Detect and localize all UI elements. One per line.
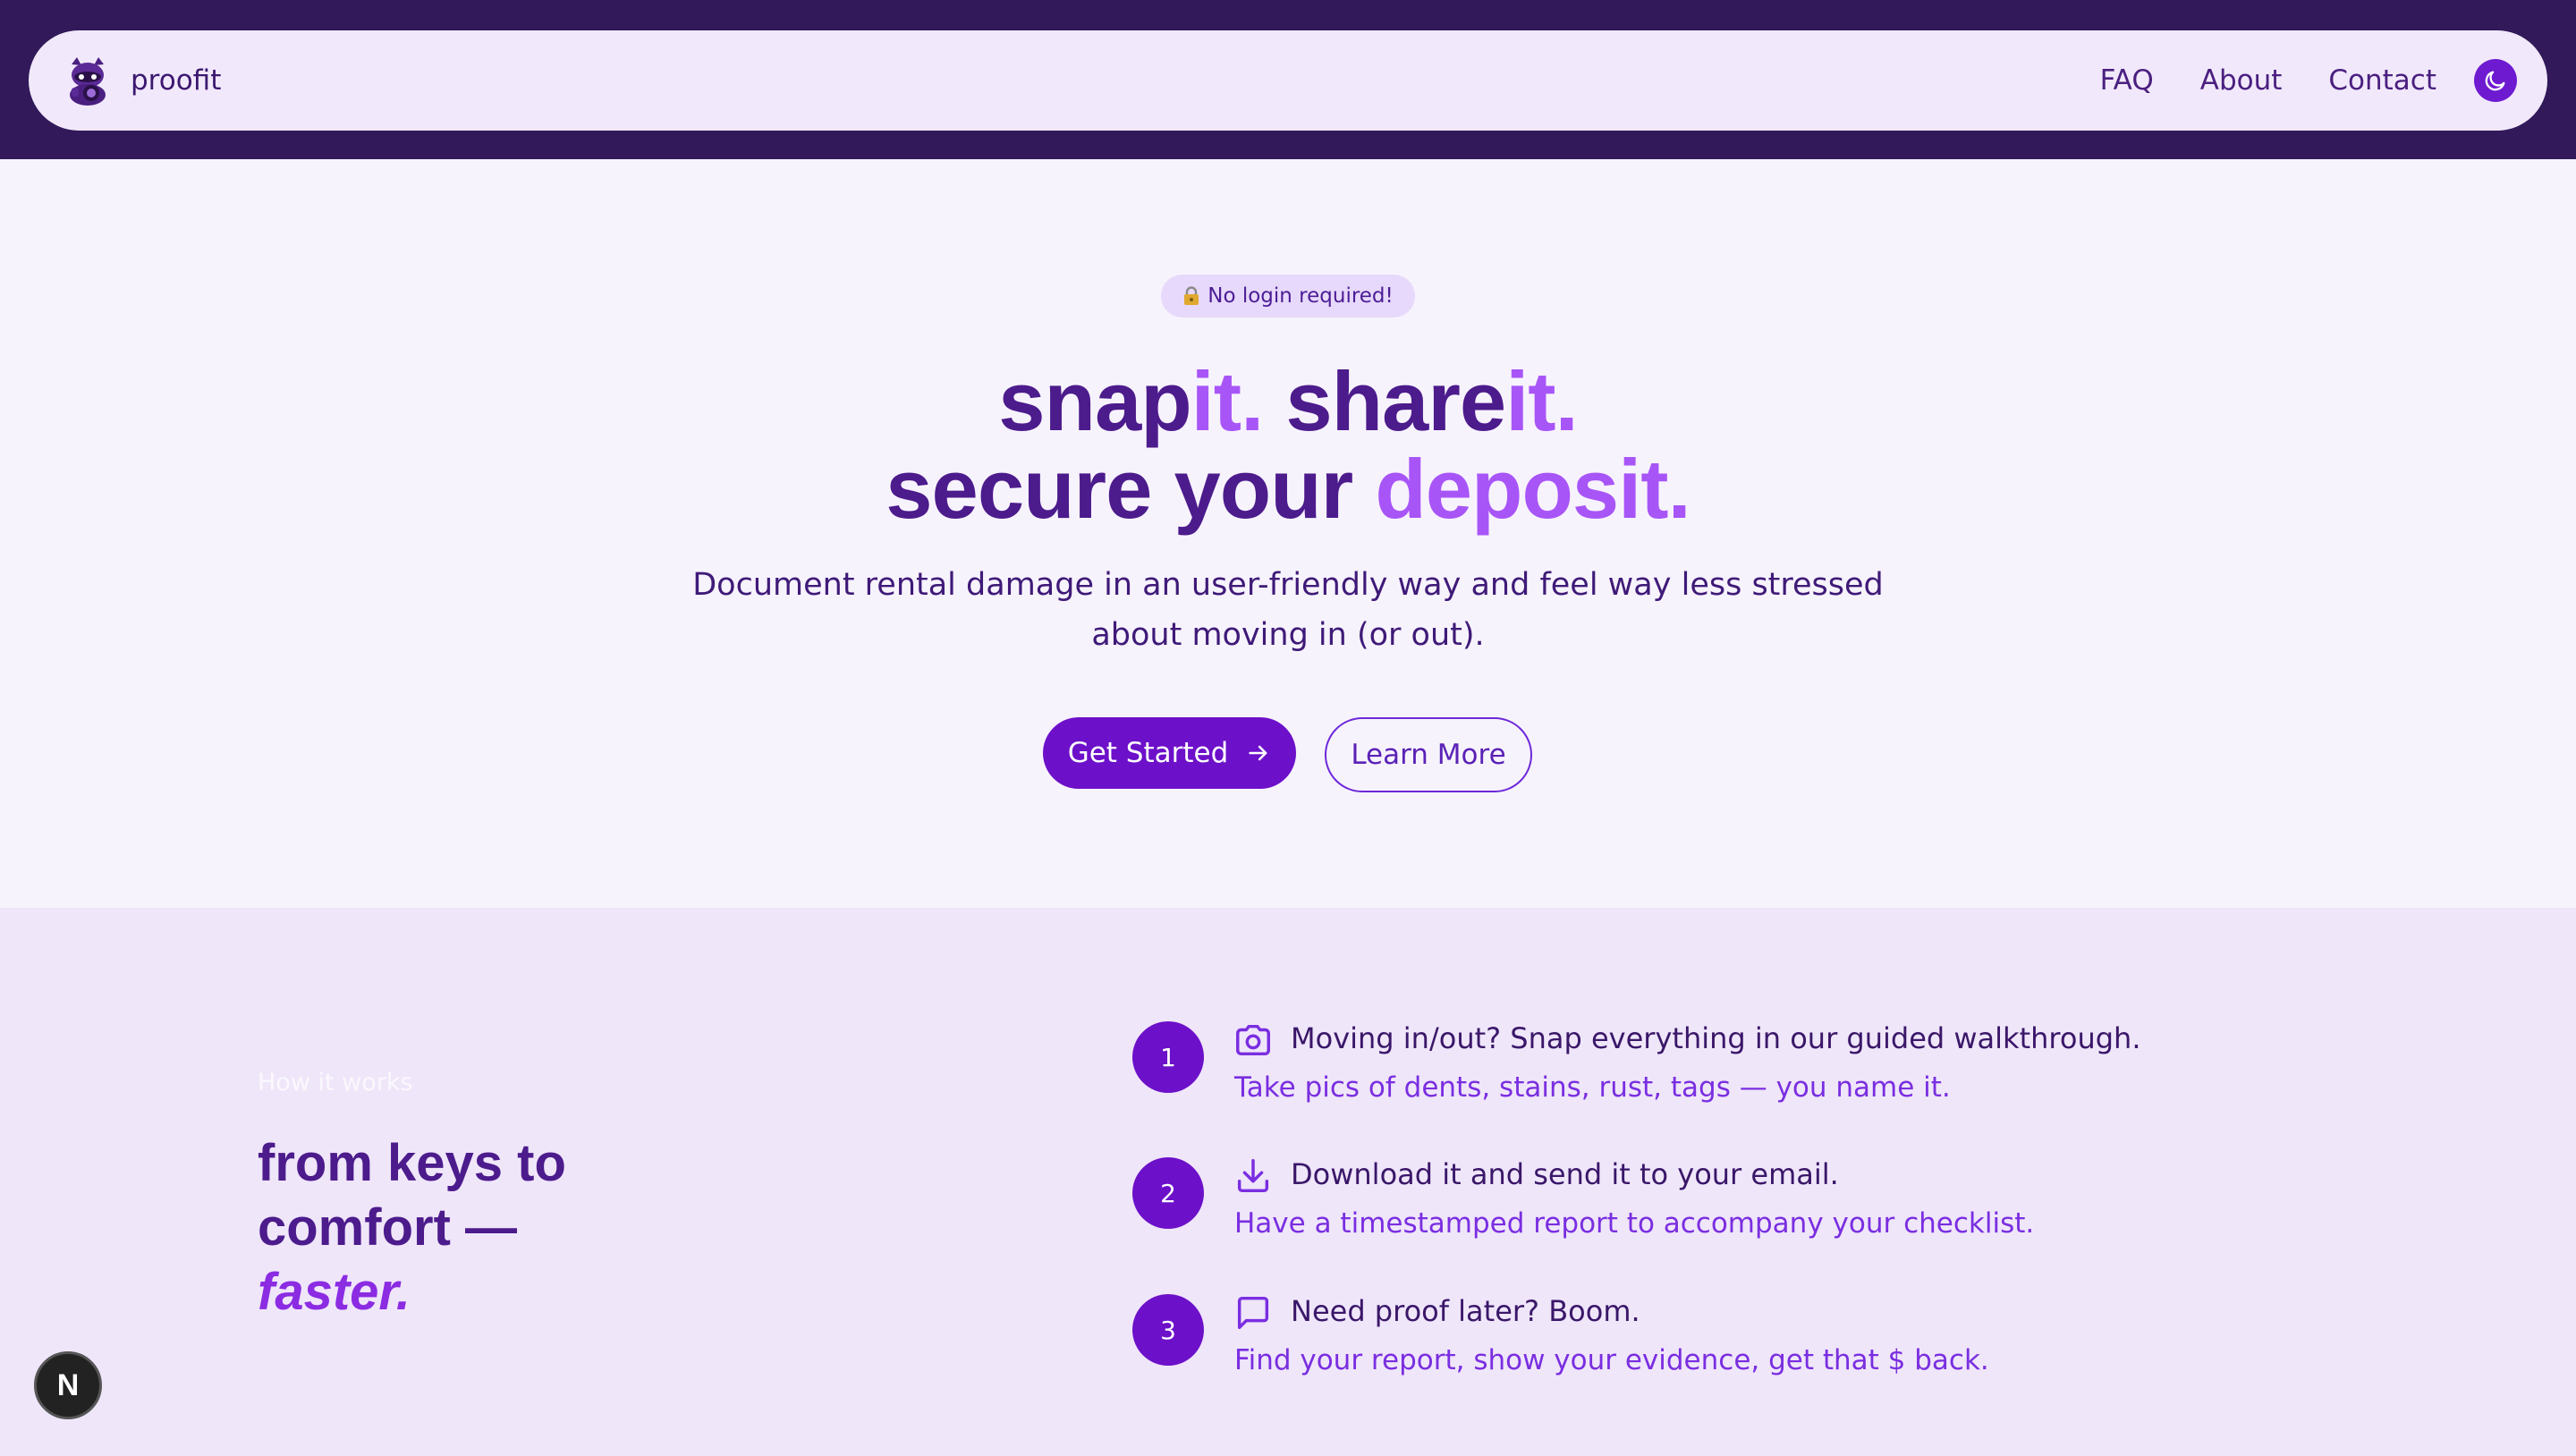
step-item: 3 Need proof later? Boom. Find your repo…	[1132, 1292, 2385, 1400]
nextjs-dev-badge-label: N	[56, 1367, 80, 1402]
nextjs-dev-badge[interactable]: N	[34, 1351, 102, 1419]
step-description: Find your report, show your evidence, ge…	[1234, 1344, 1989, 1376]
navbar: proofit FAQ About Contact	[29, 30, 2547, 131]
headline-it-1: it.	[1191, 354, 1265, 448]
step-number: 1	[1132, 1021, 1204, 1093]
hero-subtitle: Document rental damage in an user-friend…	[692, 567, 1884, 653]
step-description: Take pics of dents, stains, rust, tags —…	[1234, 1071, 1951, 1104]
step-title: Moving in/out? Snap everything in our gu…	[1291, 1021, 2141, 1055]
how-it-works-section: How it works from keys to comfort — fast…	[0, 908, 2576, 1456]
brand[interactable]: proofit	[64, 55, 221, 106]
brand-name: proofit	[131, 64, 222, 97]
how-it-works-title: from keys to comfort — faster.	[258, 1131, 794, 1325]
lock-icon	[1184, 286, 1199, 305]
learn-more-button[interactable]: Learn More	[1325, 717, 1532, 792]
nav-link-faq[interactable]: FAQ	[2100, 64, 2154, 97]
download-icon	[1237, 1159, 1269, 1193]
nav-link-about[interactable]: About	[2200, 64, 2283, 97]
headline-share: share	[1285, 354, 1506, 448]
step-title: Download it and send it to your email.	[1291, 1157, 1839, 1191]
how-title-line2: comfort —	[258, 1198, 517, 1257]
main-nav: FAQ About Contact	[2100, 59, 2517, 102]
get-started-button[interactable]: Get Started	[1043, 717, 1296, 789]
step-item: 2 Download it and send it to your email.…	[1132, 1155, 2385, 1263]
theme-toggle-button[interactable]	[2474, 59, 2517, 102]
how-title-accent: faster.	[258, 1263, 411, 1321]
step-item: 1 Moving in/out? Snap everything in our …	[1132, 1020, 2385, 1127]
step-number: 3	[1132, 1294, 1204, 1366]
learn-more-label: Learn More	[1351, 739, 1506, 771]
how-it-works-eyebrow: How it works	[258, 1069, 413, 1096]
step-number: 2	[1132, 1157, 1204, 1229]
get-started-label: Get Started	[1067, 737, 1229, 769]
hero-section: No login required! snapit. shareit. secu…	[0, 159, 2576, 908]
arrow-right-icon	[1249, 745, 1267, 761]
badge-text: No login required!	[1208, 284, 1394, 308]
headline-secure-your: secure your	[886, 442, 1353, 536]
message-icon	[1237, 1296, 1269, 1330]
moon-icon	[2485, 71, 2505, 91]
camera-icon	[1236, 1024, 1270, 1056]
hero-headline: snapit. shareit. secure your deposit.	[0, 358, 2576, 533]
step-title: Need proof later? Boom.	[1291, 1294, 1640, 1328]
headline-deposit: deposit.	[1375, 442, 1690, 536]
no-login-badge: No login required!	[1161, 275, 1415, 317]
headline-snap: snap	[998, 354, 1191, 448]
step-description: Have a timestamped report to accompany y…	[1234, 1207, 2035, 1240]
raccoon-logo-icon	[70, 57, 106, 106]
how-title-line1: from keys to	[258, 1134, 566, 1192]
nav-link-contact[interactable]: Contact	[2328, 64, 2436, 97]
headline-it-2: it.	[1505, 354, 1579, 448]
